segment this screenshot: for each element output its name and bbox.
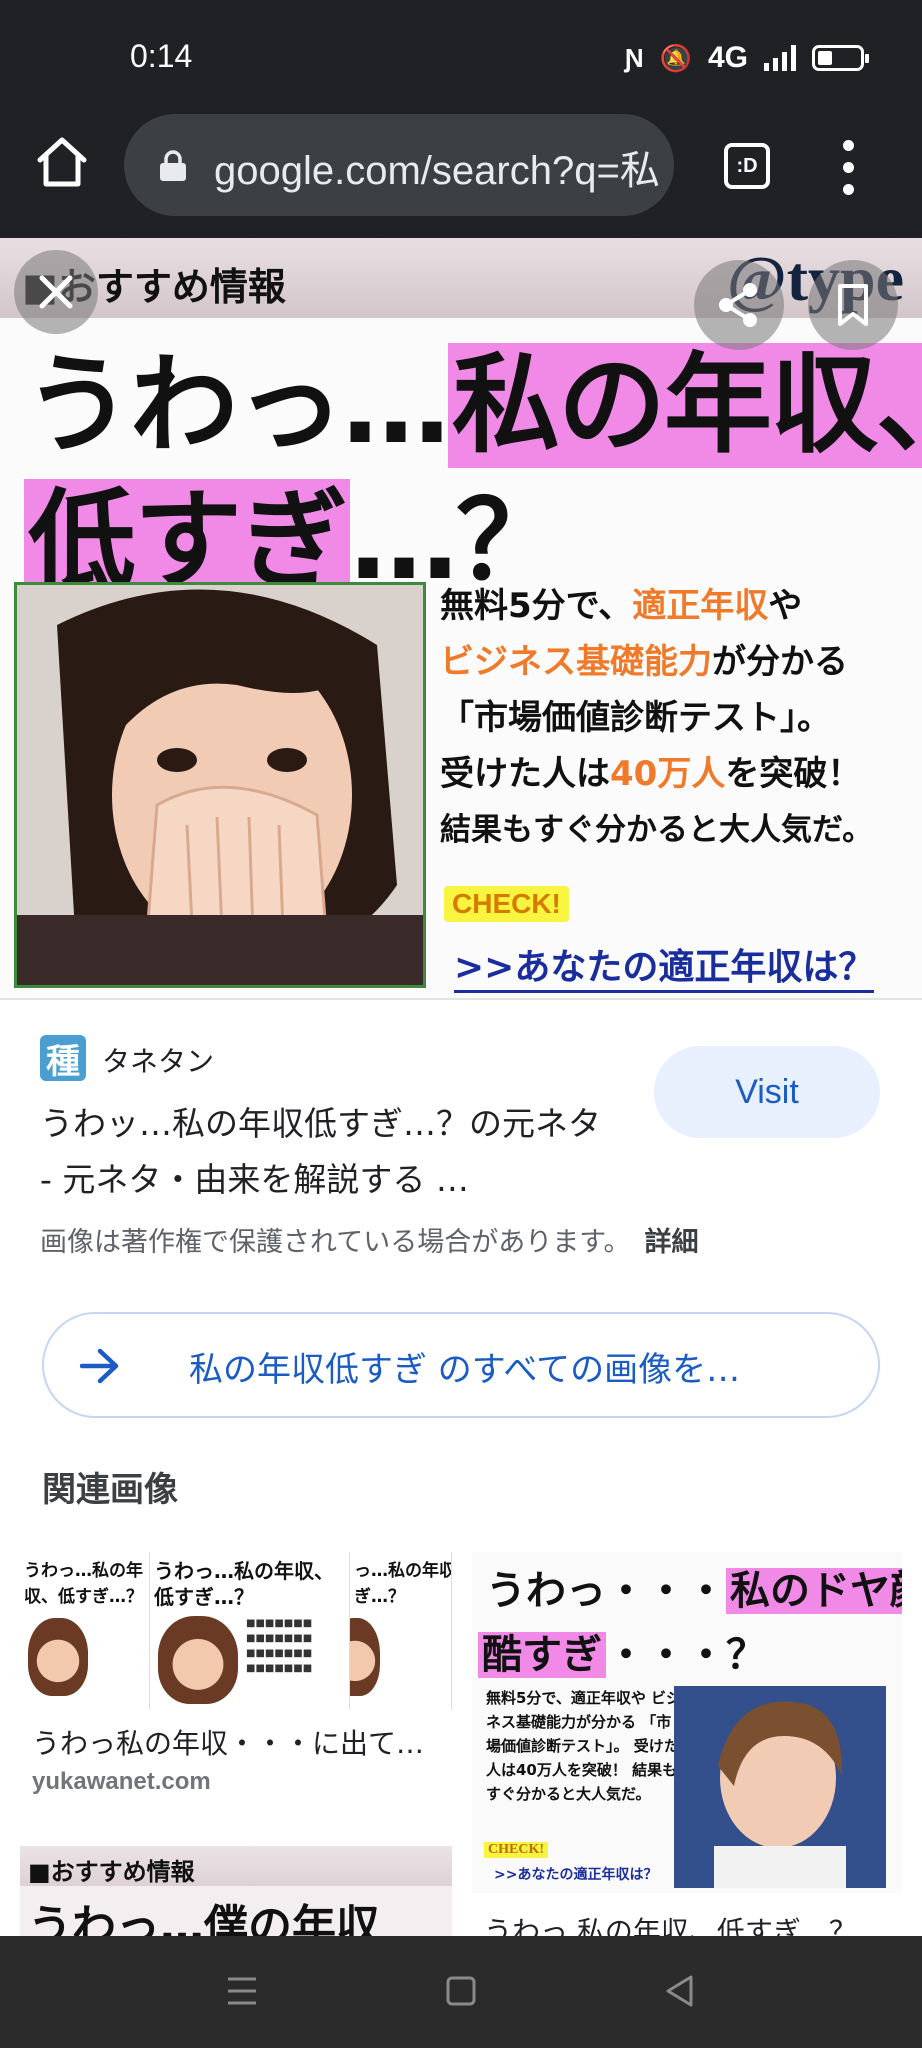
all-images-button[interactable]: 私の年収低すぎ のすべての画像を… [42, 1312, 880, 1418]
thumb-panel: っ…私の年収、ぎ…？ [350, 1552, 452, 1710]
copy-line: ビジネス基礎能力が分かる [440, 634, 918, 690]
save-button[interactable] [808, 260, 898, 350]
recents-menu-icon[interactable] [226, 1976, 258, 2006]
browser-top-bar: 0:14 Ɲ 🔕 4G google.com/search?q=私 :D [0, 0, 922, 238]
share-icon [719, 283, 757, 327]
copy-accent: ビジネス基礎能力 [440, 642, 712, 682]
tab-switcher-button[interactable]: :D [724, 143, 770, 189]
thumb-check-label: CHECK! [484, 1842, 548, 1858]
thumb-small-heading: ■おすすめ情報 [28, 1858, 195, 1886]
thumb-copy: 無料5分で、適正年収や ビジネス基礎能力が分かる 「市場価値診断テスト」。 受け… [486, 1689, 682, 1803]
source-name[interactable]: タネタン [102, 1040, 214, 1080]
copy-line: 無料5分で、適正年収や [440, 578, 918, 634]
man-photo [674, 1686, 886, 1888]
copyright-text: 画像は著作権で保護されている場合があります。 [40, 1227, 631, 1258]
related-image-1[interactable]: うわっ…私の年 収、低すぎ…？ うわっ…私の年収、 低すぎ…？ ■■■■■■■ ■■■… [20, 1552, 452, 1710]
network-type: 4G [707, 41, 748, 74]
result-title-link[interactable]: うわッ…私の年収低すぎ…？の元ネタ - 元ネタ・由来を解説する … [40, 1096, 620, 1208]
share-button[interactable] [694, 260, 784, 350]
related-image-1-domain: yukawanet.com [32, 1768, 211, 1795]
image-body-copy: 無料5分で、適正年収や ビジネス基礎能力が分かる 「市場価値診断テスト」。 受け… [440, 578, 918, 858]
related-image-3[interactable]: ■おすすめ情報 うわっ…僕の年収 [20, 1846, 452, 1936]
image-headline-line1: うわっ…私の年収、 [24, 318, 922, 474]
copy-text: 「市場価値診断テスト」。 [440, 698, 831, 738]
close-button[interactable] [14, 250, 98, 334]
image-link-text: >>あなたの適正年収は？ [454, 938, 875, 993]
thumb-face [28, 1618, 88, 1696]
thumb-headline: うわっ…私の年収、低すぎ…？ [154, 1559, 334, 1609]
home-square-icon[interactable] [446, 1976, 476, 2006]
url-text: google.com/search?q=私 [214, 149, 660, 193]
related-images-heading: 関連画像 [42, 1470, 178, 1510]
thumb-copy: ■■■■■■■ ■■■■■■■ ■■■■■■■ ■■■■■■■ [246, 1618, 313, 1674]
copy-text: 受けた人は [440, 754, 610, 794]
system-nav-bar [0, 1936, 922, 2048]
thumb-link-text: >>あなたの適正年収は？ [494, 1867, 658, 1883]
all-images-label: 私の年収低すぎ のすべての画像を… [189, 1350, 741, 1390]
copy-line: 受けた人は40万人を突破！ [440, 746, 918, 802]
copy-accent: 適正年収 [632, 586, 769, 626]
image-check-label: CHECK! [444, 886, 569, 922]
thumb-face [350, 1618, 380, 1696]
copy-accent: 40万人 [610, 754, 726, 794]
visit-button[interactable]: Visit [654, 1046, 880, 1138]
back-triangle-icon[interactable] [664, 1974, 694, 2008]
copy-text: 無料5分で、 [440, 586, 633, 626]
close-icon [39, 275, 73, 309]
related-image-1-caption[interactable]: うわっ私の年収・・・に出て… [32, 1722, 424, 1762]
nfc-icon: Ɲ [624, 42, 644, 73]
url-bar[interactable]: google.com/search?q=私 [124, 114, 674, 216]
more-menu-icon[interactable] [834, 138, 864, 198]
copy-line: 結果もすぐ分かると大人気だ。 [440, 802, 918, 858]
status-time: 0:14 [130, 38, 193, 74]
bookmark-icon [838, 284, 868, 326]
copyright-notice: 画像は著作権で保護されている場合があります。 詳細 [40, 1220, 699, 1259]
woman-photo [14, 582, 426, 988]
thumb-headline: っ…私の年収、ぎ…？ [354, 1561, 451, 1607]
copy-text: を突破！ [725, 754, 862, 794]
main-image[interactable]: ■おすすめ情報 @type うわっ…私の年収、 低すぎ…？ 無料5分で、適正年収… [0, 238, 922, 1000]
copy-line: 「市場価値診断テスト」。 [440, 690, 918, 746]
copy-text: や [768, 586, 803, 626]
lock-icon [160, 150, 186, 181]
thumb-headline: うわっ…私の年収、低すぎ…？ [24, 1561, 143, 1607]
source-favicon: 種 [40, 1035, 86, 1082]
battery-icon [812, 45, 869, 71]
thumb-panel: うわっ…私の年 収、低すぎ…？ [20, 1552, 150, 1710]
mute-icon: 🔕 [659, 42, 692, 73]
thumb-headline-line2: 酷すぎ ・・・？ [478, 1622, 766, 1680]
home-icon[interactable] [34, 134, 90, 190]
copy-text: が分かる [712, 642, 848, 682]
thumb-panel: うわっ…私の年収、 低すぎ…？ ■■■■■■■ ■■■■■■■ ■■■■■■■ ■■■■… [150, 1552, 350, 1710]
status-icons: Ɲ 🔕 4G [624, 40, 869, 76]
thumb-face [158, 1616, 238, 1704]
copy-text: 結果もすぐ分かると大人気だ。 [440, 812, 874, 848]
headline-part: うわっ… [24, 343, 450, 468]
signal-icon [764, 45, 796, 71]
headline-highlight: 私の年収、 [448, 343, 922, 468]
arrow-right-icon [80, 1348, 119, 1384]
details-link[interactable]: 詳細 [645, 1227, 699, 1258]
thumb-headline: うわっ…僕の年収 [28, 1901, 380, 1936]
related-image-2[interactable]: うわっ・・・私のドヤ顔、 酷すぎ・・・？ 無料5分で、適正年収や ビジネス基礎能… [472, 1552, 902, 1894]
thumb-headline-line1: うわっ・・・私のドヤ顔、 [486, 1558, 902, 1616]
